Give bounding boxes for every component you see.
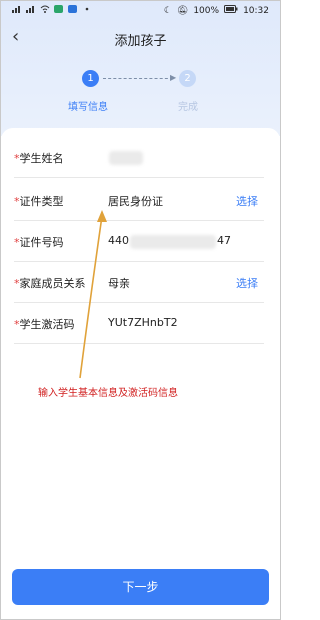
id-number-label: *证件号码 bbox=[14, 236, 64, 249]
student-name-row[interactable]: *学生姓名 bbox=[14, 137, 264, 178]
id-type-row[interactable]: *证件类型 居民身份证 选择 bbox=[14, 180, 264, 221]
student-name-masked bbox=[109, 151, 143, 165]
step-2-dot: 2 bbox=[179, 70, 196, 87]
battery-percent: 100% bbox=[193, 5, 220, 16]
next-step-button[interactable]: 下一步 bbox=[12, 569, 269, 605]
more-icon bbox=[82, 5, 92, 13]
app-icon-1 bbox=[54, 5, 64, 13]
annotation-text: 输入学生基本信息及激活码信息 bbox=[38, 388, 178, 399]
page-title: 添加孩子 bbox=[114, 34, 167, 49]
id-number-prefix: 440 bbox=[108, 234, 129, 247]
step-arrow-icon: ▶ bbox=[170, 73, 177, 82]
step-indicator: 1 ▶ 2 填写信息 完成 bbox=[0, 70, 281, 115]
moon-icon: ☾ bbox=[163, 5, 172, 16]
id-type-label: *证件类型 bbox=[14, 195, 64, 208]
activation-code-row[interactable]: *学生激活码 YUt7ZHnbT2 bbox=[14, 303, 264, 344]
step-1-label: 填写信息 bbox=[68, 102, 108, 113]
battery-icon bbox=[224, 5, 238, 16]
id-number-suffix: 47 bbox=[217, 234, 231, 247]
activation-code-label: *学生激活码 bbox=[14, 318, 75, 331]
status-bar: ☾ 🔕︎ 100% 10:32 bbox=[0, 0, 281, 22]
id-type-value: 居民身份证 bbox=[108, 195, 163, 208]
step-2-label: 完成 bbox=[178, 102, 198, 113]
activation-code-value: YUt7ZHnbT2 bbox=[108, 316, 178, 329]
family-relation-value: 母亲 bbox=[108, 277, 130, 290]
mute-icon: 🔕︎ bbox=[176, 5, 189, 16]
id-number-masked bbox=[130, 235, 216, 249]
step-connector bbox=[103, 78, 173, 79]
signal-icon bbox=[12, 5, 22, 13]
family-relation-select[interactable]: 选择 bbox=[236, 275, 258, 291]
student-name-label: *学生姓名 bbox=[14, 152, 64, 165]
app-icon-2 bbox=[68, 5, 78, 13]
id-number-row[interactable]: *证件号码 440 47 bbox=[14, 221, 264, 262]
nav-bar: ‹ 添加孩子 bbox=[0, 24, 281, 52]
status-time: 10:32 bbox=[243, 5, 269, 16]
family-relation-label: *家庭成员关系 bbox=[14, 277, 86, 290]
wifi-icon bbox=[40, 5, 50, 13]
family-relation-row[interactable]: *家庭成员关系 母亲 选择 bbox=[14, 262, 264, 303]
step-1-dot: 1 bbox=[82, 70, 99, 87]
signal2-icon bbox=[26, 5, 36, 13]
id-type-select[interactable]: 选择 bbox=[236, 193, 258, 209]
